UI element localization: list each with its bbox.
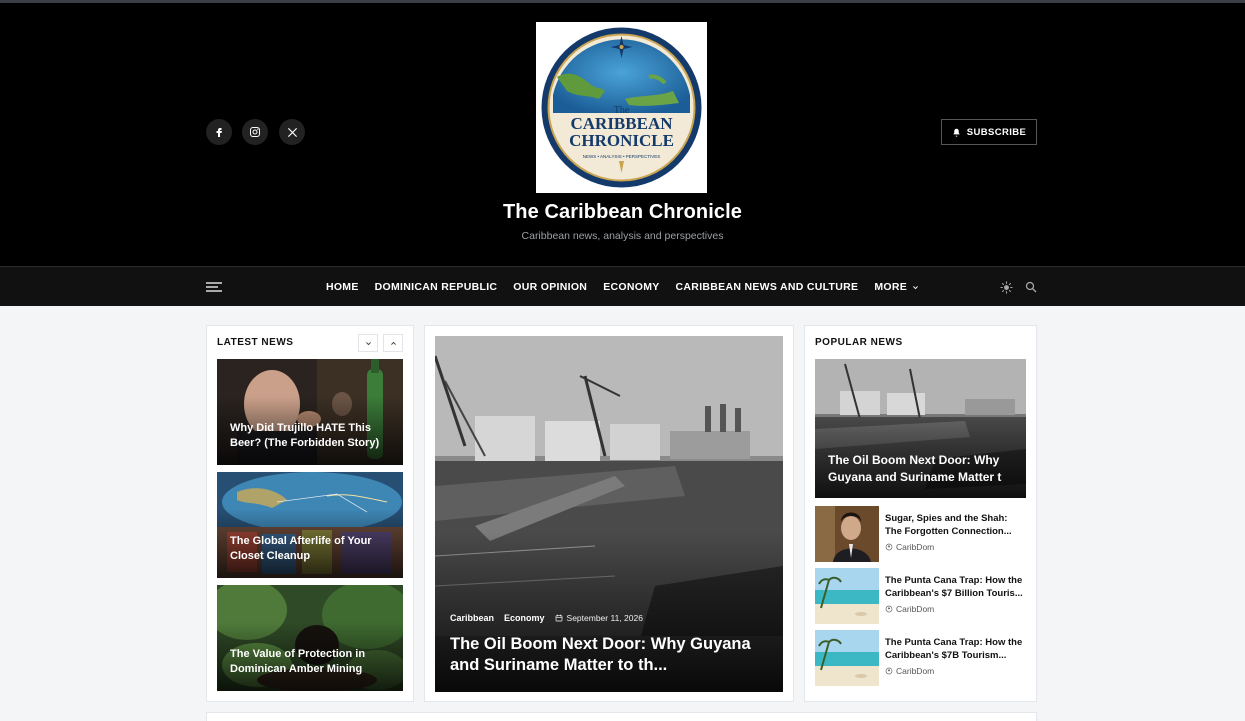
latest-news-panel: LATEST NEWS Why Did Trujillo HATE This B… <box>206 325 414 702</box>
popular-item-author-name[interactable]: CaribDom <box>896 604 934 614</box>
latest-news-headline: The Value of Protection in Dominican Amb… <box>230 648 366 675</box>
featured-panel: Caribbean Economy September 11, 2026 The… <box>424 325 794 702</box>
search-icon[interactable] <box>1023 279 1039 295</box>
author-icon <box>885 605 893 613</box>
popular-list-item[interactable]: The Punta Cana Trap: How the Caribbean's… <box>815 568 1026 624</box>
nav-more-label: MORE <box>874 281 908 293</box>
beach-image <box>815 568 879 624</box>
site-title[interactable]: The Caribbean Chronicle <box>0 201 1245 224</box>
featured-meta: Caribbean Economy September 11, 2026 <box>450 613 643 623</box>
nav-dominican-republic[interactable]: DOMINICAN REPUBLIC <box>375 281 498 293</box>
popular-feature-headline: The Oil Boom Next Door: Why Guyana and S… <box>828 453 1002 484</box>
popular-item-thumbnail <box>815 506 879 562</box>
popular-list-item[interactable]: The Punta Cana Trap: How the Caribbean's… <box>815 630 1026 686</box>
popular-news-panel: POPULAR NEWS The Oil Boom Next Door: Why… <box>804 325 1037 702</box>
popular-item-author: CaribDom <box>885 604 934 614</box>
nav-economy[interactable]: ECONOMY <box>603 281 659 293</box>
popular-item-author-name[interactable]: CaribDom <box>896 542 934 552</box>
latest-next-button[interactable] <box>358 334 378 352</box>
chevron-up-icon <box>390 341 396 345</box>
popular-item-thumbnail <box>815 568 879 624</box>
featured-date: September 11, 2026 <box>555 613 643 623</box>
site-tagline: Caribbean news, analysis and perspective… <box>521 230 724 242</box>
subscribe-label: SUBSCRIBE <box>966 126 1027 138</box>
popular-news-title: POPULAR NEWS <box>815 337 903 348</box>
main-navigation: HOME DOMINICAN REPUBLIC OUR OPINION ECON… <box>0 266 1245 306</box>
author-icon <box>885 667 893 675</box>
bell-icon <box>953 128 960 137</box>
facebook-icon[interactable] <box>206 119 232 145</box>
popular-item-author: CaribDom <box>885 666 934 676</box>
logo-emblem: The CARIBBEAN CHRONICLE NEWS • ANALYSIS … <box>539 25 702 188</box>
beach-image <box>815 630 879 686</box>
nav-home[interactable]: HOME <box>326 281 359 293</box>
next-section-panel <box>206 712 1037 721</box>
popular-feature-card[interactable]: The Oil Boom Next Door: Why Guyana and S… <box>815 359 1026 498</box>
popular-item-title: The Punta Cana Trap: How the Caribbean's… <box>885 637 1023 661</box>
category-tag-economy[interactable]: Economy <box>504 613 545 623</box>
popular-item-title: Sugar, Spies and the Shah: The Forgotten… <box>885 513 1012 537</box>
chevron-down-icon <box>365 341 371 345</box>
x-icon[interactable] <box>279 119 305 145</box>
author-icon <box>885 543 893 551</box>
nav-more[interactable]: MORE <box>874 281 919 293</box>
latest-news-card[interactable]: The Value of Protection in Dominican Amb… <box>217 585 403 691</box>
site-logo[interactable]: The CARIBBEAN CHRONICLE NEWS • ANALYSIS … <box>536 22 707 193</box>
logo-text-chronicle: CHRONICLE <box>569 131 674 150</box>
popular-list-item[interactable]: Sugar, Spies and the Shah: The Forgotten… <box>815 506 1026 562</box>
latest-news-card[interactable]: Why Did Trujillo HATE This Beer? (The Fo… <box>217 359 403 465</box>
dark-mode-toggle-icon[interactable] <box>998 279 1014 295</box>
subscribe-button[interactable]: SUBSCRIBE <box>941 119 1037 145</box>
latest-news-headline: The Global Afterlife of Your Closet Clea… <box>230 535 372 562</box>
featured-article[interactable]: Caribbean Economy September 11, 2026 The… <box>435 336 783 692</box>
popular-item-author: CaribDom <box>885 542 934 552</box>
featured-date-text: September 11, 2026 <box>566 613 643 623</box>
latest-news-headline: Why Did Trujillo HATE This Beer? (The Fo… <box>230 422 380 449</box>
popular-item-thumbnail <box>815 630 879 686</box>
nav-caribbean-news-culture[interactable]: CARIBBEAN NEWS AND CULTURE <box>676 281 859 293</box>
calendar-icon <box>555 614 562 622</box>
shah-portrait-image <box>815 506 879 562</box>
chevron-down-icon <box>913 285 918 289</box>
instagram-icon[interactable] <box>242 119 268 145</box>
logo-subline: NEWS • ANALYSIS • PERSPECTIVES <box>583 154 661 159</box>
popular-item-author-name[interactable]: CaribDom <box>896 666 934 676</box>
category-tag-caribbean[interactable]: Caribbean <box>450 613 494 623</box>
featured-headline: The Oil Boom Next Door: Why Guyana and S… <box>450 635 751 674</box>
latest-prev-button[interactable] <box>383 334 403 352</box>
site-header: The CARIBBEAN CHRONICLE NEWS • ANALYSIS … <box>0 3 1245 266</box>
latest-news-title: LATEST NEWS <box>217 337 294 348</box>
popular-item-title: The Punta Cana Trap: How the Caribbean's… <box>885 575 1023 599</box>
latest-news-card[interactable]: The Global Afterlife of Your Closet Clea… <box>217 472 403 578</box>
nav-our-opinion[interactable]: OUR OPINION <box>513 281 587 293</box>
